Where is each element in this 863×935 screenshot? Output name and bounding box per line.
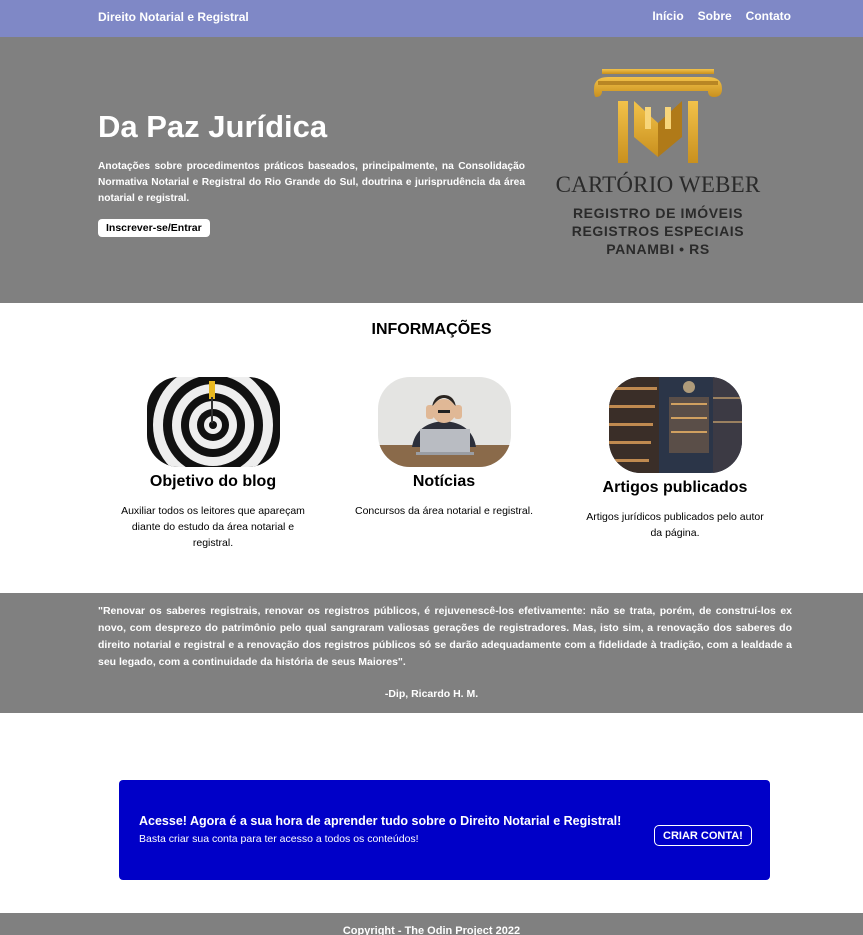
man-laptop-image xyxy=(377,377,511,467)
info-section-title: INFORMAÇÕES xyxy=(371,321,492,338)
signup-cta-banner: Acesse! Agora é a sua hora de aprender t… xyxy=(119,780,770,880)
signup-login-button[interactable]: Inscrever-se/Entrar xyxy=(98,219,210,237)
hero-title: Da Paz Jurídica xyxy=(98,109,328,144)
cta-title: Acesse! Agora é a sua hora de aprender t… xyxy=(139,814,622,828)
card-title: Notícias xyxy=(412,473,476,490)
dartboard-image xyxy=(146,377,280,467)
card-noticias: Notícias Concursos da área notarial e re… xyxy=(352,377,536,519)
footer-copyright: Copyright - The Odin Project 2022 xyxy=(342,925,521,935)
cartorio-weber-logo: CARTÓRIO WEBER REGISTRO DE IMÓVEIS REGIS… xyxy=(550,67,766,261)
logo-line-especiais: REGISTROS ESPECIAIS xyxy=(571,223,745,239)
nav-link-inicio[interactable]: Início xyxy=(652,9,683,23)
quote-text: "Renovar os saberes registrais, renovar … xyxy=(98,605,792,668)
card-objetivo: Objetivo do blog Auxiliar todos os leito… xyxy=(121,377,305,551)
quote-section: "Renovar os saberes registrais, renovar … xyxy=(0,593,863,713)
footer: Copyright - The Odin Project 2022 xyxy=(0,913,863,935)
column-emblem-icon xyxy=(594,69,722,163)
logo-line-location: PANAMBI • RS xyxy=(606,241,710,257)
cta-subtitle: Basta criar sua conta para ter acesso a … xyxy=(139,833,419,845)
card-title: Artigos publicados xyxy=(602,479,748,496)
logo-title: CARTÓRIO WEBER xyxy=(555,172,761,197)
card-text: Auxiliar todos os leitores que apareçam … xyxy=(121,505,305,549)
quote-author: -Dip, Ricardo H. M. xyxy=(384,688,479,700)
hero-section: Da Paz Jurídica Anotações sobre procedim… xyxy=(0,37,863,303)
card-title: Objetivo do blog xyxy=(149,473,277,490)
create-account-button[interactable]: CRIAR CONTA! xyxy=(654,825,752,846)
card-text: Concursos da área notarial e registral. xyxy=(354,505,533,517)
nav-link-contato[interactable]: Contato xyxy=(746,9,791,23)
library-image xyxy=(608,377,742,473)
main-nav: Início Sobre Contato xyxy=(652,9,791,23)
nav-link-sobre[interactable]: Sobre xyxy=(698,9,732,23)
logo-line-registro: REGISTRO DE IMÓVEIS xyxy=(572,205,744,221)
site-brand[interactable]: Direito Notarial e Registral xyxy=(98,10,249,24)
card-text: Artigos jurídicos publicados pelo autor … xyxy=(586,511,764,539)
hero-description: Anotações sobre procedimentos práticos b… xyxy=(98,161,525,204)
top-navbar: Direito Notarial e Registral Início Sobr… xyxy=(0,0,863,37)
card-artigos: Artigos publicados Artigos jurídicos pub… xyxy=(583,377,767,541)
